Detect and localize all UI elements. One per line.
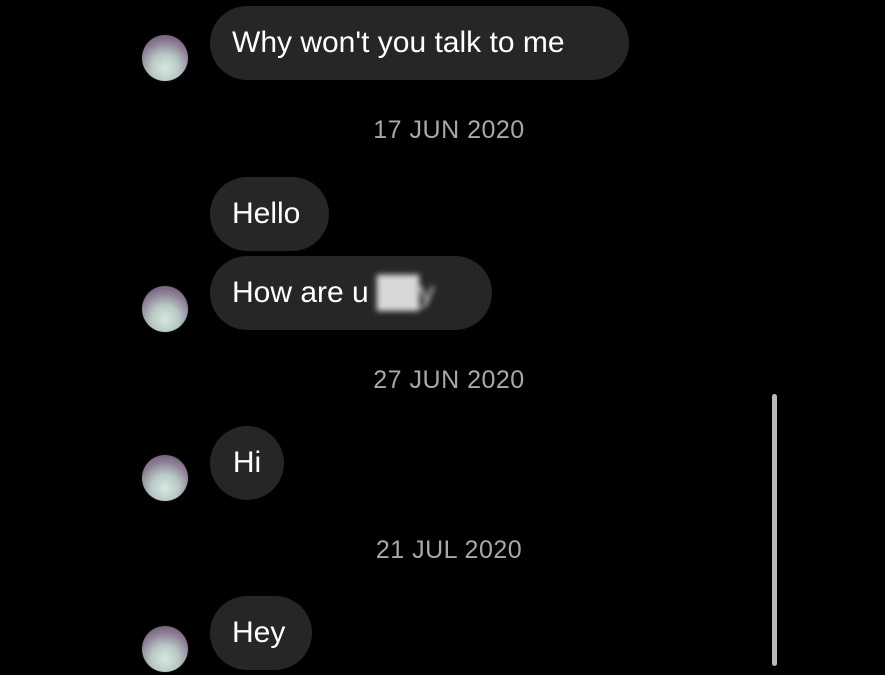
redacted-text: ██y bbox=[376, 276, 435, 309]
scrollbar[interactable] bbox=[772, 394, 777, 666]
message-text: Hi bbox=[232, 446, 262, 479]
sender-avatar[interactable] bbox=[142, 286, 188, 332]
message-bubble[interactable]: Hello bbox=[210, 177, 329, 251]
sender-avatar[interactable] bbox=[142, 455, 188, 501]
message-text: Hello bbox=[232, 197, 301, 230]
date-separator: 21 JUL 2020 bbox=[375, 536, 523, 564]
sender-avatar[interactable] bbox=[142, 35, 188, 81]
message-bubble[interactable]: Hi bbox=[210, 426, 284, 500]
date-separator: 27 JUN 2020 bbox=[373, 366, 525, 394]
sender-avatar[interactable] bbox=[142, 626, 188, 672]
date-separator: 17 JUN 2020 bbox=[373, 116, 525, 144]
message-bubble[interactable]: Why won't you talk to me bbox=[210, 6, 629, 80]
message-text: Why won't you talk to me bbox=[232, 26, 565, 59]
message-bubble[interactable]: How are u ██y bbox=[210, 256, 492, 330]
message-text: Hey bbox=[232, 616, 286, 649]
message-text: How are u bbox=[232, 276, 369, 309]
message-bubble[interactable]: Hey bbox=[210, 596, 312, 670]
